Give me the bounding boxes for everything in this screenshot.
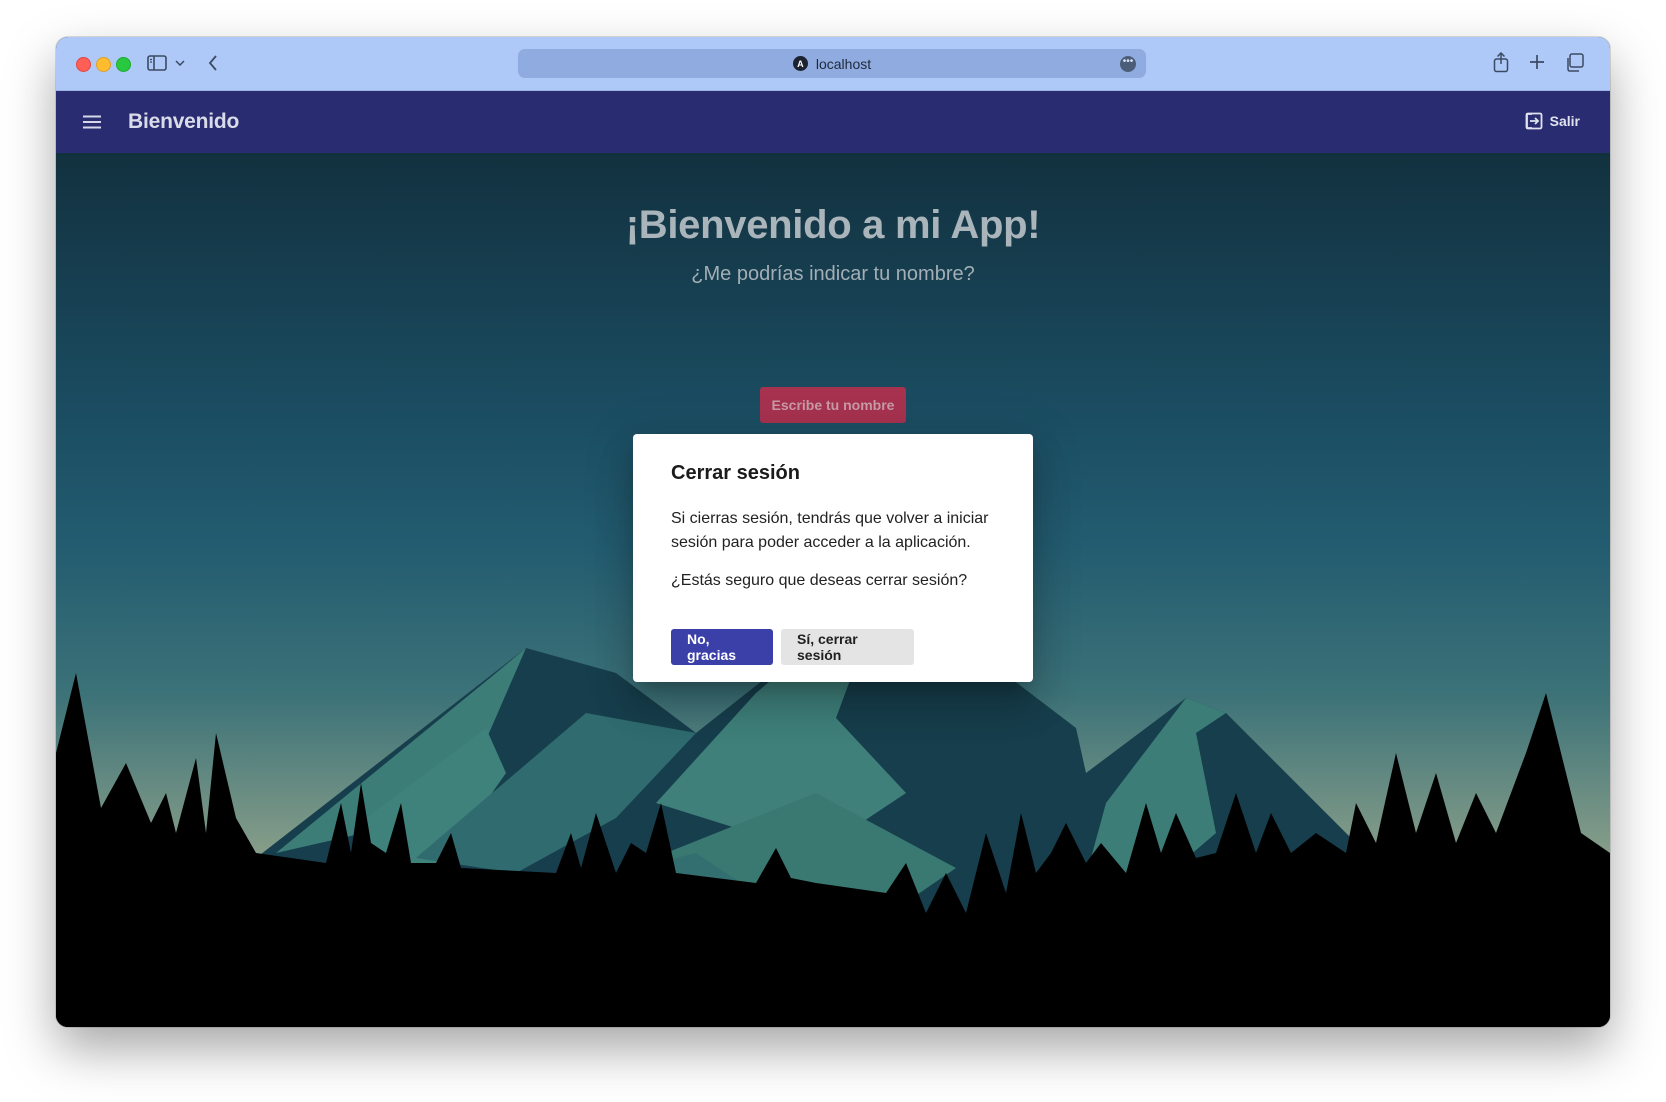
chevron-down-icon[interactable] (174, 57, 186, 69)
cancel-button[interactable]: No, gracias (671, 629, 773, 665)
logout-label: Salir (1549, 113, 1580, 129)
minimize-window-button[interactable] (96, 57, 111, 72)
logout-button[interactable]: Salir (1524, 111, 1580, 131)
browser-titlebar: A localhost ••• (56, 37, 1610, 91)
hero-title: ¡Bienvenido a mi App! (625, 203, 1041, 247)
dialog-question: ¿Estás seguro que deseas cerrar sesión? (671, 572, 968, 589)
more-icon[interactable]: ••• (1120, 56, 1136, 72)
new-tab-icon[interactable] (1527, 52, 1547, 72)
confirm-logout-button[interactable]: Sí, cerrar sesión (781, 629, 914, 665)
menu-icon[interactable] (78, 108, 106, 136)
dialog-title: Cerrar sesión (671, 462, 800, 484)
zoom-window-button[interactable] (116, 57, 131, 72)
address-bar[interactable]: A localhost ••• (518, 49, 1146, 78)
hero-subtitle: ¿Me podrías indicar tu nombre? (691, 263, 975, 285)
url-text: localhost (815, 55, 872, 72)
enter-name-button[interactable]: Escribe tu nombre (760, 387, 906, 423)
back-icon[interactable] (204, 53, 222, 73)
share-icon[interactable] (1490, 50, 1512, 74)
site-favicon-icon: A (792, 56, 808, 71)
logout-dialog: Cerrar sesión Si cierras sesión, tendrás… (633, 434, 1033, 682)
browser-window: A localhost ••• Bienvenido Salir ¡Bienve… (56, 37, 1610, 1027)
dialog-actions: No, gracias Sí, cerrar sesión (671, 629, 914, 665)
app-title: Bienvenido (128, 110, 240, 133)
sidebar-icon[interactable] (146, 52, 168, 74)
dialog-message: Si cierras sesión, tendrás que volver a … (671, 510, 989, 551)
logout-icon (1525, 112, 1543, 130)
app-toolbar: Bienvenido Salir (56, 91, 1610, 153)
tabs-overview-icon[interactable] (1563, 51, 1585, 73)
close-window-button[interactable] (76, 57, 91, 72)
